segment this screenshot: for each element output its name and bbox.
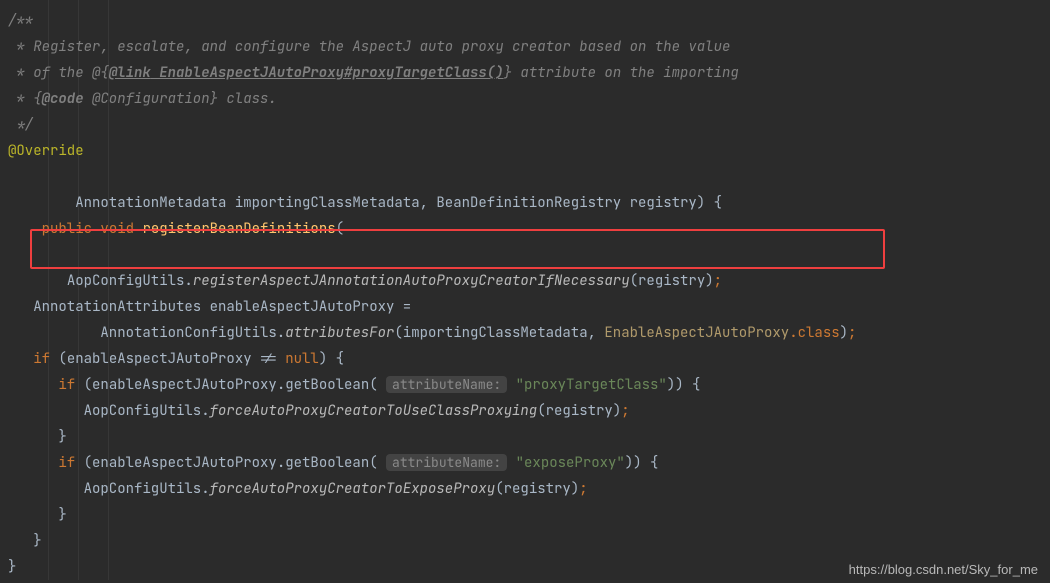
code-line: AnnotationMetadata importingClassMetadat…: [0, 190, 1050, 216]
param-hint: attributeName:: [386, 454, 507, 471]
code-line: AnnotationAttributes enableAspectJAutoPr…: [0, 294, 1050, 320]
code-line: }: [0, 528, 1050, 554]
class-ref: EnableAspectJAutoProxy: [604, 324, 789, 342]
string-literal: "proxyTargetClass": [507, 376, 667, 394]
code-line: }: [0, 424, 1050, 450]
brace-close: }: [8, 506, 67, 524]
doc-comment: * Register, escalate, and configure the …: [8, 38, 730, 56]
blank-line: [0, 268, 1050, 294]
method-args: AnnotationMetadata importingClassMetadat…: [8, 194, 722, 212]
static-method-call: forceAutoProxyCreatorToExposeProxy: [210, 480, 496, 498]
code-line: * {@code @Configuration} class.: [0, 86, 1050, 112]
watermark-text: https://blog.csdn.net/Sky_for_me: [849, 562, 1038, 577]
code-line: if (enableAspectJAutoProxy.getBoolean( a…: [0, 372, 1050, 398]
code-line: AopConfigUtils.forceAutoProxyCreatorToUs…: [0, 398, 1050, 424]
brace-close: }: [8, 428, 67, 446]
doc-link: EnableAspectJAutoProxy#proxyTargetClass(…: [151, 64, 504, 82]
brace-close: }: [8, 558, 16, 576]
doc-comment: * {: [8, 90, 42, 108]
doc-comment: /**: [8, 12, 33, 30]
code-editor: /** * Register, escalate, and configure …: [0, 0, 1050, 580]
var-decl: AnnotationAttributes enableAspectJAutoPr…: [8, 298, 411, 316]
doc-comment: */: [8, 116, 33, 134]
code-line: @Override: [0, 138, 1050, 164]
doc-tag: @link: [109, 64, 151, 82]
keyword-if: if: [58, 454, 75, 472]
keyword-null: null: [285, 350, 319, 368]
doc-comment: @Configuration} class.: [84, 90, 277, 108]
param-hint: attributeName:: [386, 376, 507, 393]
code-line: if (enableAspectJAutoProxy != null) {: [0, 346, 1050, 372]
keyword-if: if: [58, 376, 75, 394]
code-line: AopConfigUtils.forceAutoProxyCreatorToEx…: [0, 476, 1050, 502]
code-line: /**: [0, 8, 1050, 34]
static-method-call: forceAutoProxyCreatorToUseClassProxying: [210, 402, 538, 420]
doc-comment: * of the @{: [8, 64, 109, 82]
highlight-box: [30, 229, 885, 269]
string-literal: "exposeProxy": [507, 454, 625, 472]
doc-tag: @code: [42, 90, 84, 108]
keyword-if: if: [33, 350, 50, 368]
code-line: * of the @{@link EnableAspectJAutoProxy#…: [0, 60, 1050, 86]
code-line: AnnotationConfigUtils.attributesFor(impo…: [0, 320, 1050, 346]
brace-close: }: [8, 532, 42, 550]
code-line: */: [0, 112, 1050, 138]
code-line: * Register, escalate, and configure the …: [0, 34, 1050, 60]
code-line: }: [0, 502, 1050, 528]
method-signature-line: public void registerBeanDefinitions(: [0, 164, 1050, 190]
doc-comment: } attribute on the importing: [504, 64, 739, 82]
code-line: if (enableAspectJAutoProxy.getBoolean( a…: [0, 450, 1050, 476]
annotation-override: @Override: [8, 142, 84, 160]
static-method-call: attributesFor: [285, 324, 394, 342]
